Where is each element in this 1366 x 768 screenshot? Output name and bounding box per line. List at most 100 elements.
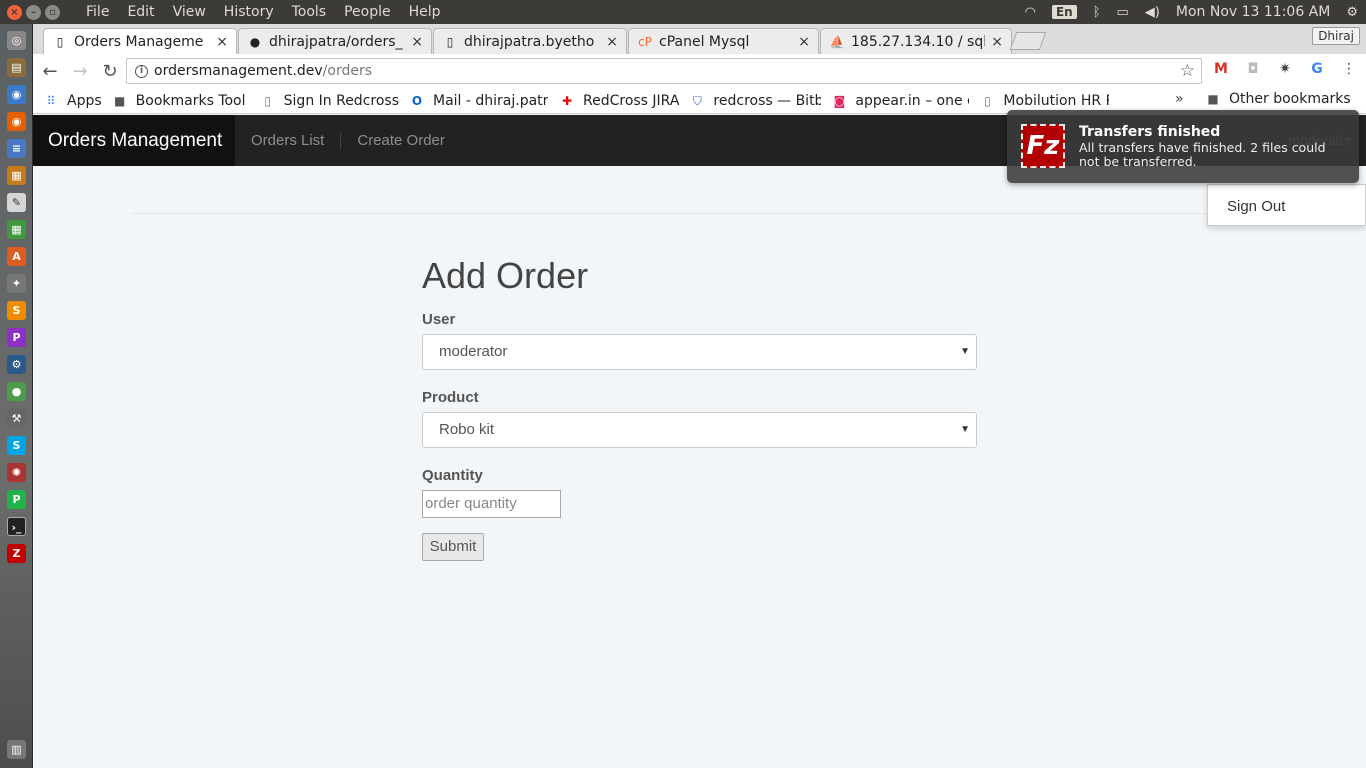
close-tab-icon[interactable]: × (411, 34, 423, 50)
filezilla-icon[interactable]: Z (7, 544, 26, 563)
translate-extension-icon[interactable]: G (1308, 61, 1326, 77)
tab-cpanel[interactable]: cP cPanel Mysql × (628, 28, 819, 54)
battery-icon[interactable]: ▭ (1117, 5, 1129, 20)
folder-icon: ■ (1207, 92, 1219, 106)
keyboard-language-indicator[interactable]: En (1051, 5, 1077, 19)
submit-button[interactable]: Submit (422, 533, 484, 561)
writer-icon[interactable]: ≡ (7, 139, 26, 158)
gmail-extension-icon[interactable]: M (1212, 61, 1230, 77)
tab-phpmyadmin[interactable]: ⛵ 185.27.134.10 / sql2 × (820, 28, 1012, 54)
appear-in-icon: ◙ (833, 93, 846, 108)
menu-history[interactable]: History (215, 4, 283, 20)
network-icon[interactable]: ● (7, 382, 26, 401)
screen-capture-extension-icon[interactable]: ◘ (1244, 61, 1262, 77)
menu-help[interactable]: Help (400, 4, 450, 20)
software-center-icon[interactable]: A (7, 247, 26, 266)
quantity-input[interactable]: order quantity (422, 490, 561, 518)
page-icon: ▯ (56, 35, 64, 49)
menu-edit[interactable]: Edit (118, 4, 163, 20)
close-window-button[interactable]: × (7, 4, 22, 20)
phpstorm-icon[interactable]: P (7, 328, 26, 347)
apps-grid-icon: ⠿ (46, 93, 56, 108)
bookmark-star-icon[interactable]: ☆ (1180, 61, 1195, 81)
bitbucket-icon: ⛉ (692, 93, 702, 108)
maximize-window-button[interactable]: ▫ (45, 4, 60, 20)
nav-create-order[interactable]: Create Order (340, 132, 461, 149)
notification-title: Transfers finished (1079, 124, 1221, 140)
page-icon: ▯ (264, 93, 271, 108)
brand-link[interactable]: Orders Management (33, 115, 235, 166)
bookmark-mail[interactable]: O Mail - dhiraj.patr (409, 93, 549, 109)
text-editor-icon[interactable]: ✎ (7, 193, 26, 212)
address-bar[interactable]: i ordersmanagement.dev/orders ☆ (126, 58, 1202, 84)
page-icon: ▯ (446, 34, 454, 49)
skype-icon[interactable]: S (7, 436, 26, 455)
system-settings-gear-icon[interactable]: ⚙ (1346, 5, 1358, 20)
chevron-down-icon: ▼ (960, 346, 970, 357)
back-arrow-icon[interactable]: ← (37, 61, 63, 82)
window-controls: × – ▫ (7, 4, 60, 20)
sublime-text-icon[interactable]: S (7, 301, 26, 320)
files-icon[interactable]: ▤ (7, 58, 26, 77)
clock[interactable]: Mon Nov 13 11:06 AM (1176, 4, 1330, 20)
other-bookmarks-folder[interactable]: ■ Other bookmarks (1205, 91, 1350, 107)
minimize-window-button[interactable]: – (26, 4, 41, 20)
nav-orders-list[interactable]: Orders List (235, 132, 340, 149)
tab-byethost[interactable]: ▯ dhirajpatra.byetho × (433, 28, 627, 54)
quantity-label: Quantity (422, 467, 483, 484)
menu-file[interactable]: File (77, 4, 118, 20)
tweak-tool-icon[interactable]: ⚒ (7, 409, 26, 428)
gimp-icon[interactable]: ✺ (7, 463, 26, 482)
user-label: User (422, 311, 456, 328)
menu-people[interactable]: People (335, 4, 400, 20)
pycharm-icon[interactable]: P (7, 490, 26, 509)
bookmark-apps[interactable]: ⠿ Apps (43, 93, 102, 109)
volume-icon[interactable]: ◀) (1145, 5, 1160, 20)
close-tab-icon[interactable]: × (216, 34, 228, 50)
bookmark-redcross-jira[interactable]: ✚ RedCross JIRA (559, 93, 679, 109)
url-path: /orders (322, 63, 372, 79)
bookmark-folder-bookmarks-tool[interactable]: ■ Bookmarks Tool (112, 93, 250, 109)
bookmark-mobilution-hr[interactable]: ▯ Mobilution HR P (979, 93, 1109, 109)
user-select[interactable]: moderator ▼ (422, 334, 977, 370)
product-label: Product (422, 389, 479, 406)
bluetooth-icon[interactable]: ᛒ (1093, 5, 1101, 20)
firefox-icon[interactable]: ◉ (7, 112, 26, 131)
chrome-icon[interactable]: ◉ (7, 85, 26, 104)
phpmyadmin-icon: ⛵ (829, 34, 845, 49)
extension-icons: M ◘ ✷ G ⋮ (1212, 61, 1358, 77)
tab-orders-management[interactable]: ▯ Orders Manageme × (43, 28, 237, 55)
close-tab-icon[interactable]: × (991, 34, 1003, 50)
product-select[interactable]: Robo kit ▼ (422, 412, 977, 448)
wifi-icon[interactable]: ◠ (1025, 5, 1036, 20)
profile-button[interactable]: Dhiraj (1312, 27, 1360, 45)
calc-icon[interactable]: ▦ (7, 220, 26, 239)
archive-icon[interactable]: ▦ (7, 166, 26, 185)
red-cross-icon: ✚ (561, 93, 573, 108)
system-settings-icon[interactable]: ✦ (7, 274, 26, 293)
tab-github[interactable]: ● dhirajpatra/orders_ × (238, 28, 432, 54)
system-top-bar: × – ▫ File Edit View History Tools Peopl… (0, 0, 1366, 24)
bookmark-bitbucket[interactable]: ⛉ redcross — Bitbu (689, 93, 822, 109)
reload-icon[interactable]: ↻ (97, 61, 123, 82)
bookmark-appear-in[interactable]: ◙ appear.in – one c (831, 93, 970, 109)
chrome-menu-icon[interactable]: ⋮ (1340, 61, 1358, 77)
folder-icon: ■ (113, 93, 126, 108)
close-tab-icon[interactable]: × (606, 34, 618, 50)
forward-arrow-icon[interactable]: → (67, 61, 93, 82)
bug-extension-icon[interactable]: ✷ (1276, 61, 1294, 77)
menu-tools[interactable]: Tools (283, 4, 336, 20)
new-tab-button[interactable] (1009, 32, 1047, 50)
mysql-workbench-icon[interactable]: ⚙ (7, 355, 26, 374)
site-info-icon[interactable]: i (135, 64, 148, 78)
more-bookmarks-chevron-icon[interactable]: » (1175, 91, 1184, 107)
close-tab-icon[interactable]: × (798, 34, 810, 50)
bookmark-sign-in-redcross[interactable]: ▯ Sign In Redcross (260, 93, 399, 109)
menu-view[interactable]: View (164, 4, 215, 20)
dash-icon[interactable]: ◎ (7, 31, 26, 50)
page-content: Orders Management Orders List Create Ord… (33, 115, 1366, 768)
trash-icon[interactable]: ▥ (7, 740, 26, 759)
tab-strip: ▯ Orders Manageme × ● dhirajpatra/orders… (33, 24, 1366, 55)
sign-out-link[interactable]: Sign Out (1227, 198, 1285, 215)
terminal-icon[interactable]: ›_ (7, 517, 26, 536)
